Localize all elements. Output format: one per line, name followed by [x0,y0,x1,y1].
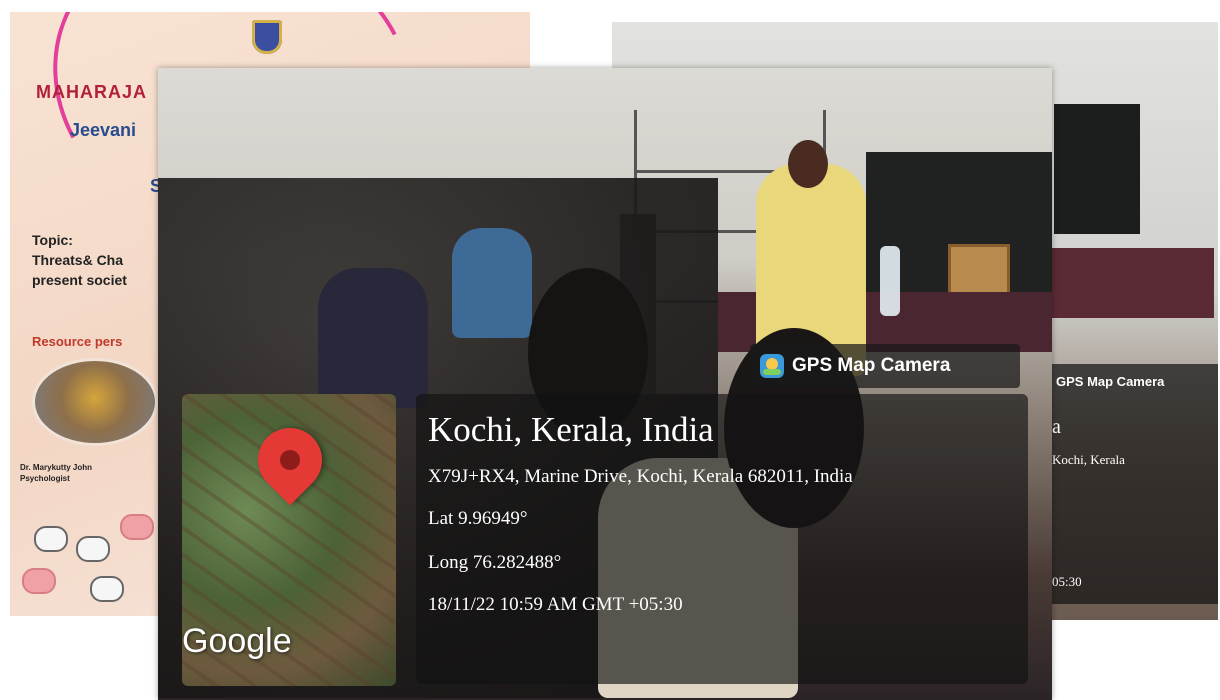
poster-topic-label: Topic: [32,232,73,248]
audience-member [452,228,532,338]
back-gps-timestamp: 05:30 [1052,574,1082,589]
poster-speaker-role: Psychologist [20,474,70,483]
back-gps-overlay [1042,364,1218,604]
gps-longitude: Long 76.282488° [428,552,562,573]
map-pin-icon [244,414,336,506]
gps-camera-app-icon [760,354,784,378]
speech-bubble-icon [34,526,68,552]
speech-bubble-icon [90,576,124,602]
poster-college-name: MAHARAJA [36,82,147,102]
poster-topic-line2: present societ [32,272,127,288]
poster-speaker-name: Dr. Marykutty John [20,463,93,472]
map-provider-logo: Google [182,622,292,660]
photo-collage: MAHARAJA Jeevani S Topic: Threats& Cha p… [0,0,1220,700]
speech-bubble-icon [22,568,56,594]
water-bottle [880,246,900,316]
gps-app-badge: GPS Map Camera [750,344,1020,388]
back-gps-app-title: GPS Map Camera [1056,374,1165,389]
gps-address: X79J+RX4, Marine Drive, Kochi, Kerala 68… [428,466,853,487]
poster-speaker: Dr. Marykutty John Psychologist [20,462,92,484]
gps-timestamp: 18/11/22 10:59 AM GMT +05:30 [428,594,683,615]
chat-bubbles-illustration [20,512,170,612]
speech-bubble-icon [76,536,110,562]
poster-resource-label: Resource pers [32,334,123,349]
back-gps-address: Kochi, Kerala [1052,452,1125,467]
speech-bubble-icon [120,514,154,540]
speaker-head [788,140,828,188]
poster-event-name: Jeevani [70,120,137,140]
back-gps-city: a [1052,416,1061,438]
gps-latitude: Lat 9.96949° [428,508,528,529]
front-event-photo: GPS Map Camera Google Kochi, Kerala, Ind… [158,68,1052,700]
gps-satellite-map: Google [182,394,396,686]
gps-city: Kochi, Kerala, India [428,410,714,449]
college-crest-icon [252,20,282,54]
blackboard [1054,104,1140,234]
poster-topic-line1: Threats& Cha [32,252,124,268]
poster-topic: Topic: Threats& Cha present societ [32,230,127,290]
audience-member [318,268,428,408]
speaker-photo [32,358,158,446]
gps-app-title: GPS Map Camera [792,355,951,376]
